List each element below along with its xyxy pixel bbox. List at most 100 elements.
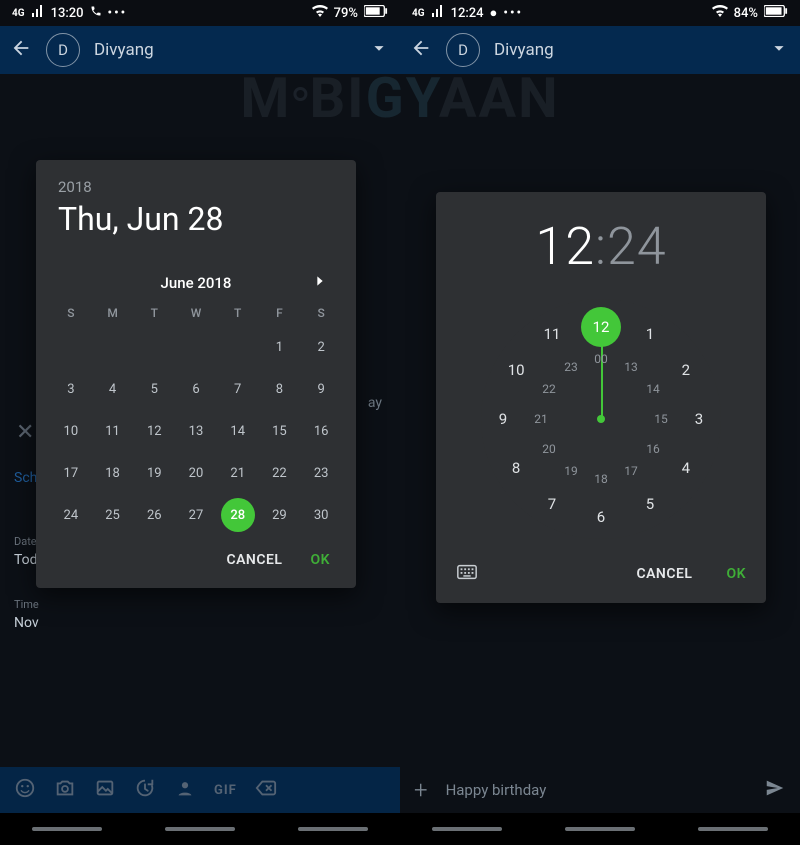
clock-hour-outer[interactable]: 2 [673,357,699,383]
clock-hour-outer[interactable]: 8 [503,455,529,481]
calendar-day[interactable]: 27 [175,500,217,530]
time-hours[interactable]: 12 [535,216,595,277]
calendar-day[interactable]: 9 [300,374,342,404]
date-picker-year[interactable]: 2018 [58,178,334,196]
ok-button[interactable]: OK [726,566,746,582]
time-minutes[interactable]: 24 [607,216,667,277]
calendar-day[interactable]: 10 [50,416,92,446]
dot-icon: ● [490,5,498,21]
send-icon[interactable] [764,777,786,803]
calendar-day[interactable]: 12 [133,416,175,446]
calendar-day[interactable]: 7 [217,374,259,404]
nav-bar [400,813,800,845]
clock-hour-inner[interactable]: 18 [588,466,614,492]
calendar-day[interactable]: 18 [92,458,134,488]
clock-hour-outer[interactable]: 6 [588,504,614,530]
cancel-button[interactable]: CANCEL [636,566,692,582]
contact-icon[interactable] [174,777,196,803]
cancel-button[interactable]: CANCEL [226,552,282,568]
nav-home[interactable] [565,827,635,831]
gallery-icon[interactable] [94,777,116,803]
clock-hour-outer[interactable]: 11 [539,321,565,347]
calendar-day[interactable]: 5 [133,374,175,404]
back-icon[interactable] [410,37,432,63]
calendar-day[interactable]: 17 [50,458,92,488]
calendar-day[interactable]: 22 [259,458,301,488]
bg-time-value: Nov [14,615,39,631]
battery-percent: 79% [334,6,358,21]
calendar-day[interactable]: 23 [300,458,342,488]
battery-percent: 84% [734,6,758,21]
dow-label: T [217,306,259,320]
clock-hour-inner[interactable]: 00 [588,346,614,372]
clock-hour-outer[interactable]: 7 [539,491,565,517]
clock-hour-outer[interactable]: 10 [503,357,529,383]
next-month-icon[interactable] [312,273,328,293]
nav-back[interactable] [698,827,768,831]
avatar[interactable]: D [46,33,80,67]
clock-hour-outer[interactable]: 9 [490,406,516,432]
month-label: June 2018 [161,274,232,292]
calendar-day[interactable]: 14 [217,416,259,446]
calendar-day[interactable]: 29 [259,500,301,530]
emoji-icon[interactable] [14,777,36,803]
avatar[interactable]: D [446,33,480,67]
clock-hour-outer[interactable]: 4 [673,455,699,481]
calendar-day[interactable]: 16 [300,416,342,446]
close-icon[interactable]: ✕ [16,420,34,445]
calendar-day[interactable]: 13 [175,416,217,446]
more-icon: ••• [108,6,128,21]
dow-label: W [175,306,217,320]
signal-icon [31,5,45,21]
compose-input[interactable]: Happy birthday [446,781,746,799]
camera-icon[interactable] [54,777,76,803]
clock-time: 13:20 [51,6,84,21]
calendar-day[interactable]: 20 [175,458,217,488]
calendar-day[interactable]: 30 [300,500,342,530]
keyboard-icon[interactable] [456,561,478,587]
calendar-day[interactable]: 3 [50,374,92,404]
bg-date-label: Date [14,535,37,548]
nav-home[interactable] [165,827,235,831]
clock-hour-outer[interactable] [588,308,614,334]
calendar-day[interactable]: 6 [175,374,217,404]
calendar-day[interactable]: 19 [133,458,175,488]
calendar-day[interactable]: 25 [92,500,134,530]
clock-hour-inner[interactable]: 14 [640,376,666,402]
clock-hour-inner[interactable]: 17 [618,458,644,484]
gif-icon[interactable]: GIF [214,783,237,798]
nav-recents[interactable] [432,827,502,831]
calendar-day[interactable]: 8 [259,374,301,404]
schedule-label-truncated: Sch [14,470,37,486]
chevron-down-icon[interactable] [368,37,390,63]
clock-hour-inner[interactable]: 23 [558,354,584,380]
chevron-down-icon[interactable] [768,37,790,63]
calendar-day[interactable]: 24 [50,500,92,530]
calendar-day[interactable]: 28 [221,498,255,532]
time-picker-dialog: 12:24 12 1234567891011001314151617181920… [436,192,766,603]
calendar-day[interactable]: 11 [92,416,134,446]
date-picker-date[interactable]: Thu, Jun 28 [58,200,334,238]
add-icon[interactable]: + [414,776,428,804]
clock-hour-inner[interactable]: 15 [648,406,674,432]
clock-hour-outer[interactable]: 3 [686,406,712,432]
dow-label: M [92,306,134,320]
history-icon[interactable] [134,777,156,803]
wifi-icon [712,5,728,21]
clock-face[interactable]: 12 1234567891011001314151617181920212223 [481,299,721,539]
backspace-icon[interactable] [255,777,277,803]
back-icon[interactable] [10,37,32,63]
nav-back[interactable] [298,827,368,831]
nav-recents[interactable] [32,827,102,831]
calendar-day[interactable]: 2 [300,332,342,362]
calendar-day[interactable]: 15 [259,416,301,446]
calendar-day[interactable]: 21 [217,458,259,488]
calendar-day[interactable]: 4 [92,374,134,404]
calendar-day[interactable]: 26 [133,500,175,530]
ok-button[interactable]: OK [310,552,330,568]
clock-hour-inner[interactable]: 20 [536,436,562,462]
calendar-day[interactable]: 1 [259,332,301,362]
clock-hour-outer[interactable]: 1 [637,321,663,347]
clock-hour-inner[interactable]: 21 [528,406,554,432]
clock-hour-outer[interactable]: 5 [637,491,663,517]
